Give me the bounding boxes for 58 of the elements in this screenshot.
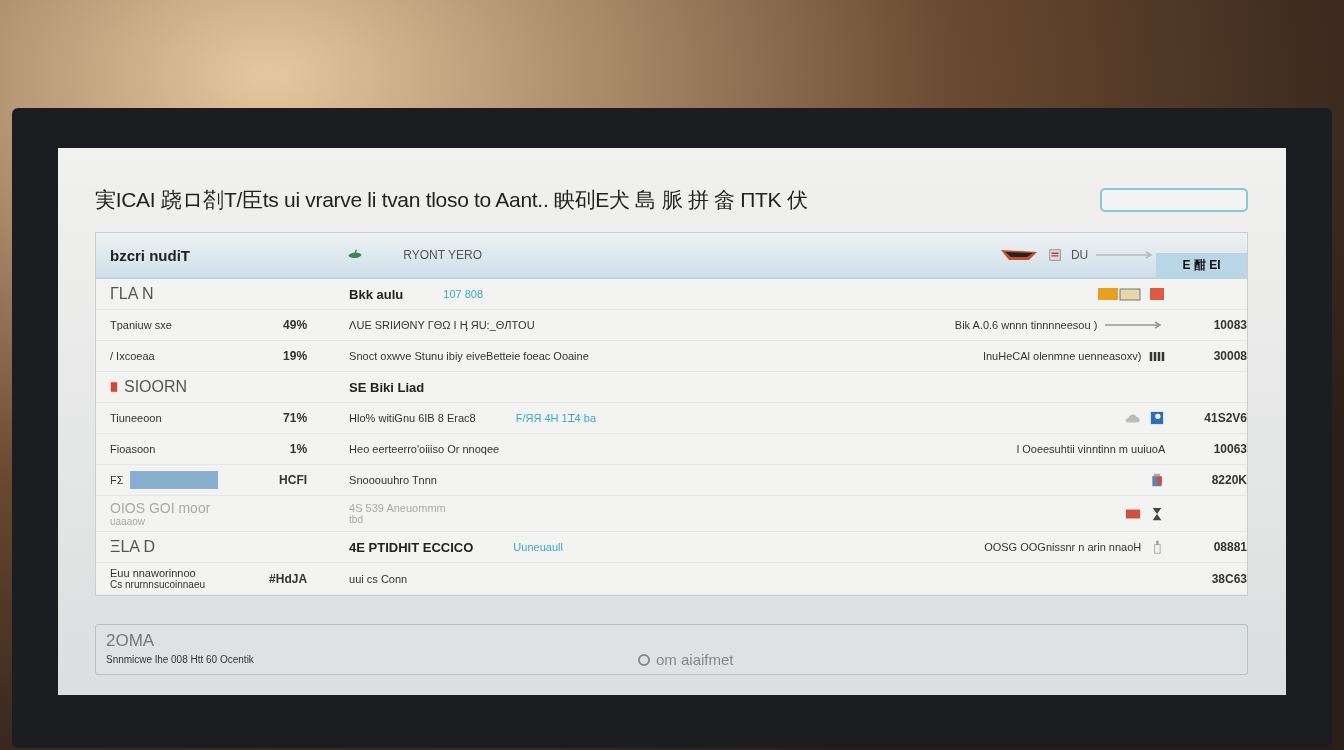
row-text: Hlo% witiGnu 6IB 8 Erac8 <box>349 412 476 424</box>
row-detail: OOSG OOGnissnr n arin nnaoH <box>984 541 1142 553</box>
row-value: 8220K <box>1210 473 1247 487</box>
row-value: 10063 <box>1212 442 1247 456</box>
footer-title: 2OMA <box>106 631 156 651</box>
column-header: E 酣 EI <box>1156 253 1247 277</box>
row-value: 38C63 <box>1210 571 1247 586</box>
row-label: SIOORN <box>124 378 188 396</box>
row-percent: #HdJA <box>268 571 308 586</box>
column-header: bzcri nudiT <box>110 246 191 264</box>
row-value: 41S2V6 <box>1203 411 1247 425</box>
bars-icon <box>1149 349 1166 363</box>
row-label: Tiuneeoon <box>110 412 162 424</box>
row-text: Snooouuhro Tnnn <box>349 474 437 486</box>
row-label: / Ixcoeaa <box>110 350 155 362</box>
row-sublabel: Cs nrurnnsucoinnaeu <box>110 579 206 590</box>
row-subtext: tbd <box>349 514 364 525</box>
row-label: ΞLA D <box>110 538 156 556</box>
row-value: 10083 <box>1212 318 1247 332</box>
row-percent: HCFI <box>278 473 308 487</box>
row-percent: 49% <box>282 318 308 332</box>
row-detail: Bik A.0.6 wnnn tinnnneesou ) <box>954 319 1098 331</box>
footer-text: Snnmicwe lhe 008 Htt 60 Ocentik <box>106 654 255 665</box>
row-label: Euu nnaworinnoo <box>110 567 197 579</box>
row-text: SE Biki Liad <box>349 379 425 395</box>
row-detail: l Ooeesuhtii vinntinn m uuiuoA <box>1016 443 1166 455</box>
row-note: Ϝ/ЯЯ 4H 1Ꮖ4 ba <box>515 411 597 425</box>
row-text: Heo eerteerro'oiiiso Or nnoqee <box>349 443 500 455</box>
row-text: Snoct oxwve Stunu ibiy eiveBetteie foeac Ooaine <box>349 350 589 362</box>
row-label: FΣ <box>110 474 124 486</box>
row-percent: 71% <box>282 411 308 425</box>
document-icon <box>1046 248 1063 262</box>
row-note: Uuneuaull <box>513 541 563 553</box>
row-value: 08881 <box>1212 540 1247 554</box>
row-label: ΓLA N <box>110 285 154 303</box>
row-text: uui cs Conn <box>349 572 408 585</box>
id-card-icon <box>1149 411 1166 425</box>
row-label: Fioasoon <box>110 443 156 455</box>
page-title: 実ICAI 跷ロ剳T/臣ts ui vrarve li tvan tloso to Aant.. 眏矵E犬 島 脈 拼 畲 ΠΤK 伏 <box>95 187 808 213</box>
row-label: Tpaniuw sxe <box>110 319 172 331</box>
column-header: RYONT YERO <box>403 248 483 262</box>
row-text: ΛUE SRIИΘNY ΓΘΩ I Ӊ ЯU:_ΘЛTOU <box>349 319 535 331</box>
row-percent: 19% <box>282 349 308 363</box>
row-text: 4S 539 Aneuommm <box>349 502 446 514</box>
circle-icon <box>636 652 652 667</box>
row-text: 4E PTIDHIT ECCICO <box>349 539 474 555</box>
column-header: DU <box>1070 248 1089 262</box>
row-note: 107 808 <box>443 288 484 300</box>
row-text: Bkk aulu <box>349 286 404 302</box>
row-label: OIOS GOI moor <box>110 500 211 516</box>
row-value: 30008 <box>1212 349 1247 363</box>
footer-link[interactable]: om aiaifmet <box>636 651 734 668</box>
tag-icon <box>1097 287 1142 301</box>
row-percent: 1% <box>288 442 308 456</box>
ribbon-icon <box>998 248 1039 262</box>
search-field[interactable] <box>1100 188 1248 212</box>
row-detail: InuHeCAl olenmne uenneasoxv) <box>982 350 1142 362</box>
row-sublabel: uaaaow <box>110 516 147 527</box>
